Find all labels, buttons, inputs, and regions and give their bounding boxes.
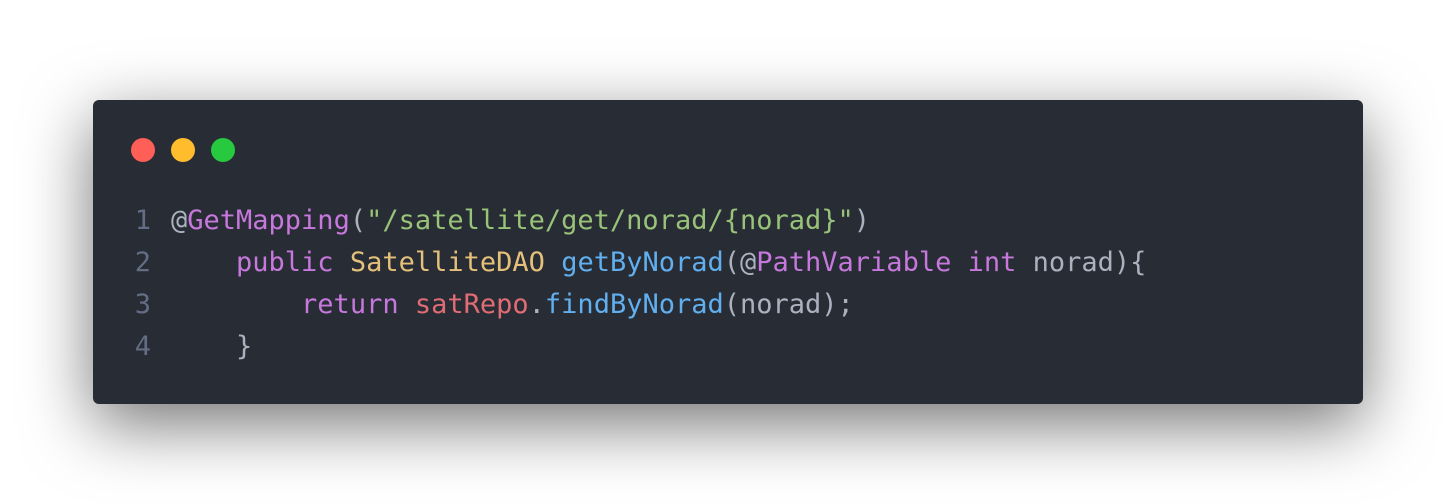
- line-number: 1: [134, 205, 151, 236]
- code-token-default: [399, 289, 415, 320]
- code-token-default: .: [528, 289, 545, 320]
- code-token-keyword: int: [967, 247, 1017, 278]
- code-token-default: [951, 247, 967, 278]
- code-token-default: [171, 247, 236, 278]
- code-line: 1 @GetMapping("/satellite/get/norad/{nora…: [93, 200, 1363, 242]
- maximize-dot-icon[interactable]: [211, 138, 235, 162]
- code-text: return satRepo.findByNorad(norad);: [171, 284, 854, 326]
- code-token-default: (norad);: [723, 289, 854, 320]
- code-token-default: ): [853, 205, 871, 236]
- code-token-default: [171, 331, 236, 362]
- code-token-keyword: PathVariable: [756, 247, 952, 278]
- code-block: 1 @GetMapping("/satellite/get/norad/{nora…: [93, 200, 1363, 368]
- line-number: 2: [134, 247, 151, 278]
- code-token-string: "/satellite/get/norad/{norad}": [366, 205, 854, 236]
- code-window: 1 @GetMapping("/satellite/get/norad/{nora…: [93, 100, 1363, 404]
- code-token-default: @: [171, 205, 188, 236]
- code-token-default: (: [349, 205, 367, 236]
- code-token-keyword: GetMapping: [187, 205, 350, 236]
- code-text: @GetMapping("/satellite/get/norad/{norad…: [171, 200, 870, 242]
- code-token-default: [545, 247, 561, 278]
- code-text: public SatelliteDAO getByNorad(@PathVari…: [171, 242, 1146, 284]
- code-line: 2 public SatelliteDAO getByNorad(@PathVa…: [93, 242, 1363, 284]
- code-line: 4 }: [93, 326, 1363, 368]
- code-token-function: getByNorad: [561, 247, 724, 278]
- code-token-type: SatelliteDAO: [349, 247, 545, 278]
- line-number: 3: [134, 289, 151, 320]
- code-token-function: findByNorad: [544, 289, 724, 320]
- code-token-default: [334, 247, 350, 278]
- code-line: 3 return satRepo.findByNorad(norad);: [93, 284, 1363, 326]
- code-token-variable: satRepo: [414, 289, 529, 320]
- code-token-default: }: [236, 331, 253, 362]
- code-token-keyword: return: [301, 289, 399, 320]
- code-token-default: [171, 289, 301, 320]
- code-text: }: [171, 326, 252, 368]
- code-token-default: (@: [723, 247, 757, 278]
- close-dot-icon[interactable]: [131, 138, 155, 162]
- line-number: 4: [134, 331, 151, 362]
- minimize-dot-icon[interactable]: [171, 138, 195, 162]
- code-token-keyword: public: [236, 247, 334, 278]
- code-token-default: norad){: [1016, 247, 1147, 278]
